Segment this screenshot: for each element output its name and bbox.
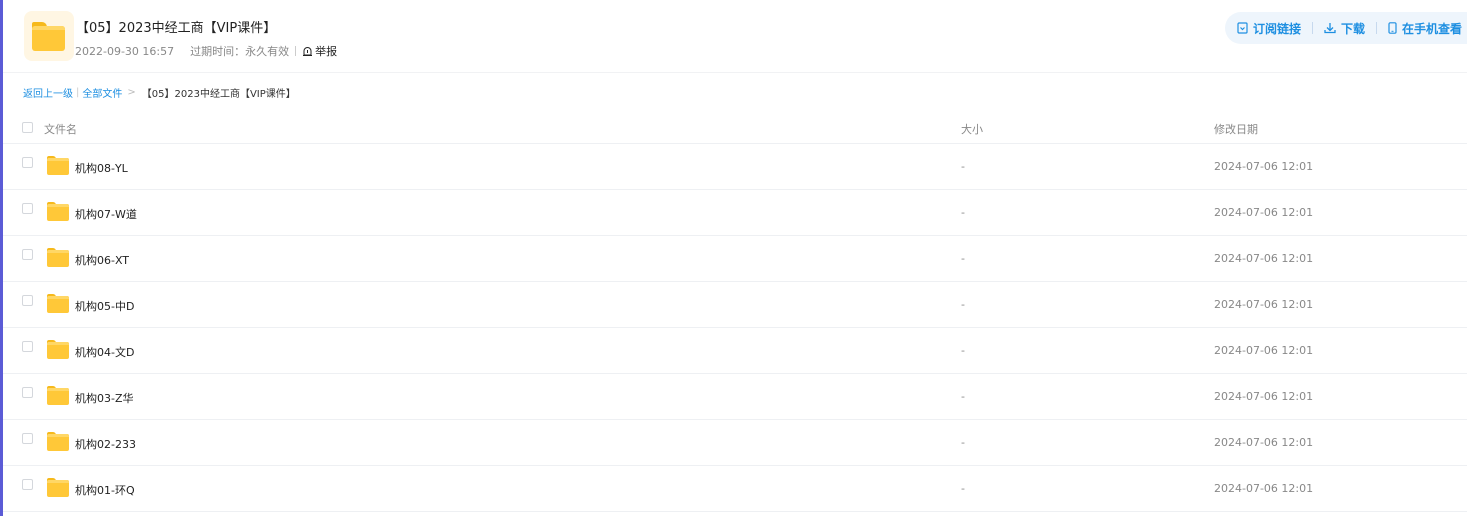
back-link[interactable]: 返回上一级 [23,85,73,100]
table-row[interactable]: 机构07-W道 - 2024-07-06 12:01 [3,190,1467,236]
file-size: - [961,298,965,311]
table-row[interactable]: 机构05-中D - 2024-07-06 12:01 [3,282,1467,328]
file-date: 2024-07-06 12:01 [1214,436,1314,449]
breadcrumb-separator: > [127,87,136,98]
mobile-view-button[interactable]: 在手机查看 [1388,20,1462,37]
divider: | [76,87,80,98]
download-icon [1324,23,1336,34]
download-label: 下载 [1341,21,1366,36]
row-checkbox[interactable] [22,295,33,306]
table-row[interactable]: 机构02-233 - 2024-07-06 12:01 [3,420,1467,466]
file-name[interactable]: 机构01-环Q [75,482,135,498]
share-meta: 2022-09-30 16:57 过期时间：永久有效 举报 [75,43,337,59]
all-files-link[interactable]: 全部文件 [82,85,122,100]
divider [295,46,297,56]
file-size: - [961,206,965,219]
breadcrumb-current: 【05】2023中经工商【VIP课件】 [141,89,296,100]
share-header: 【05】2023中经工商【VIP课件】 2022-09-30 16:57 过期时… [3,0,1467,73]
table-row[interactable]: 机构04-文D - 2024-07-06 12:01 [3,328,1467,374]
row-checkbox[interactable] [22,157,33,168]
table-header: 文件名 大小 修改日期 [3,110,1467,144]
file-name[interactable]: 机构07-W道 [75,206,137,222]
select-all-checkbox[interactable] [22,122,33,133]
file-size: - [961,160,965,173]
share-date: 2022-09-30 16:57 [75,44,175,58]
folder-icon [47,432,69,451]
file-date: 2024-07-06 12:01 [1214,206,1314,219]
subscribe-button[interactable]: 订阅链接 [1237,20,1301,37]
file-size: - [961,252,965,265]
file-size: - [961,390,965,403]
row-checkbox[interactable] [22,433,33,444]
file-size: - [961,482,965,495]
file-name[interactable]: 机构05-中D [75,298,134,314]
action-bar: 订阅链接 下载 在手机查看 [1225,12,1467,44]
folder-icon [47,386,69,405]
column-header-size[interactable]: 大小 [961,121,983,137]
divider [1312,22,1314,34]
column-header-date[interactable]: 修改日期 [1214,121,1258,137]
file-date: 2024-07-06 12:01 [1214,482,1314,495]
file-size: - [961,344,965,357]
share-title: 【05】2023中经工商【VIP课件】 [76,21,277,36]
file-size: - [961,436,965,449]
file-name[interactable]: 机构03-Z华 [75,390,134,406]
bookmark-icon [1237,22,1248,34]
file-name[interactable]: 机构02-233 [75,436,136,452]
divider [1376,22,1378,34]
table-row[interactable]: 机构03-Z华 - 2024-07-06 12:01 [3,374,1467,420]
row-checkbox[interactable] [22,249,33,260]
row-checkbox[interactable] [22,387,33,398]
file-date: 2024-07-06 12:01 [1214,160,1314,173]
breadcrumb: 返回上一级 | 全部文件 > 【05】2023中经工商【VIP课件】 [23,85,296,100]
column-header-name[interactable]: 文件名 [44,121,77,137]
folder-icon [47,248,69,267]
download-button[interactable]: 下载 [1324,20,1365,37]
folder-icon [24,11,74,61]
report-icon [303,46,313,56]
folder-icon [47,340,69,359]
file-date: 2024-07-06 12:01 [1214,344,1314,357]
subscribe-label: 订阅链接 [1253,21,1302,36]
expire-info: 过期时间：永久有效 [190,45,290,58]
folder-icon [47,478,69,497]
file-name[interactable]: 机构06-XT [75,252,129,268]
row-checkbox[interactable] [22,203,33,214]
file-name[interactable]: 机构08-YL [75,160,128,176]
report-link[interactable]: 举报 [302,43,337,59]
phone-icon [1388,22,1397,34]
file-date: 2024-07-06 12:01 [1214,390,1314,403]
row-checkbox[interactable] [22,341,33,352]
report-label: 举报 [315,45,338,58]
file-date: 2024-07-06 12:01 [1214,252,1314,265]
folder-icon [47,202,69,221]
file-name[interactable]: 机构04-文D [75,344,134,360]
mobile-view-label: 在手机查看 [1402,21,1463,36]
table-row[interactable]: 机构06-XT - 2024-07-06 12:01 [3,236,1467,282]
file-date: 2024-07-06 12:01 [1214,298,1314,311]
folder-icon [47,156,69,175]
row-checkbox[interactable] [22,479,33,490]
table-row[interactable]: 机构01-环Q - 2024-07-06 12:01 [3,466,1467,512]
table-row[interactable]: 机构08-YL - 2024-07-06 12:01 [3,144,1467,190]
folder-icon [47,294,69,313]
